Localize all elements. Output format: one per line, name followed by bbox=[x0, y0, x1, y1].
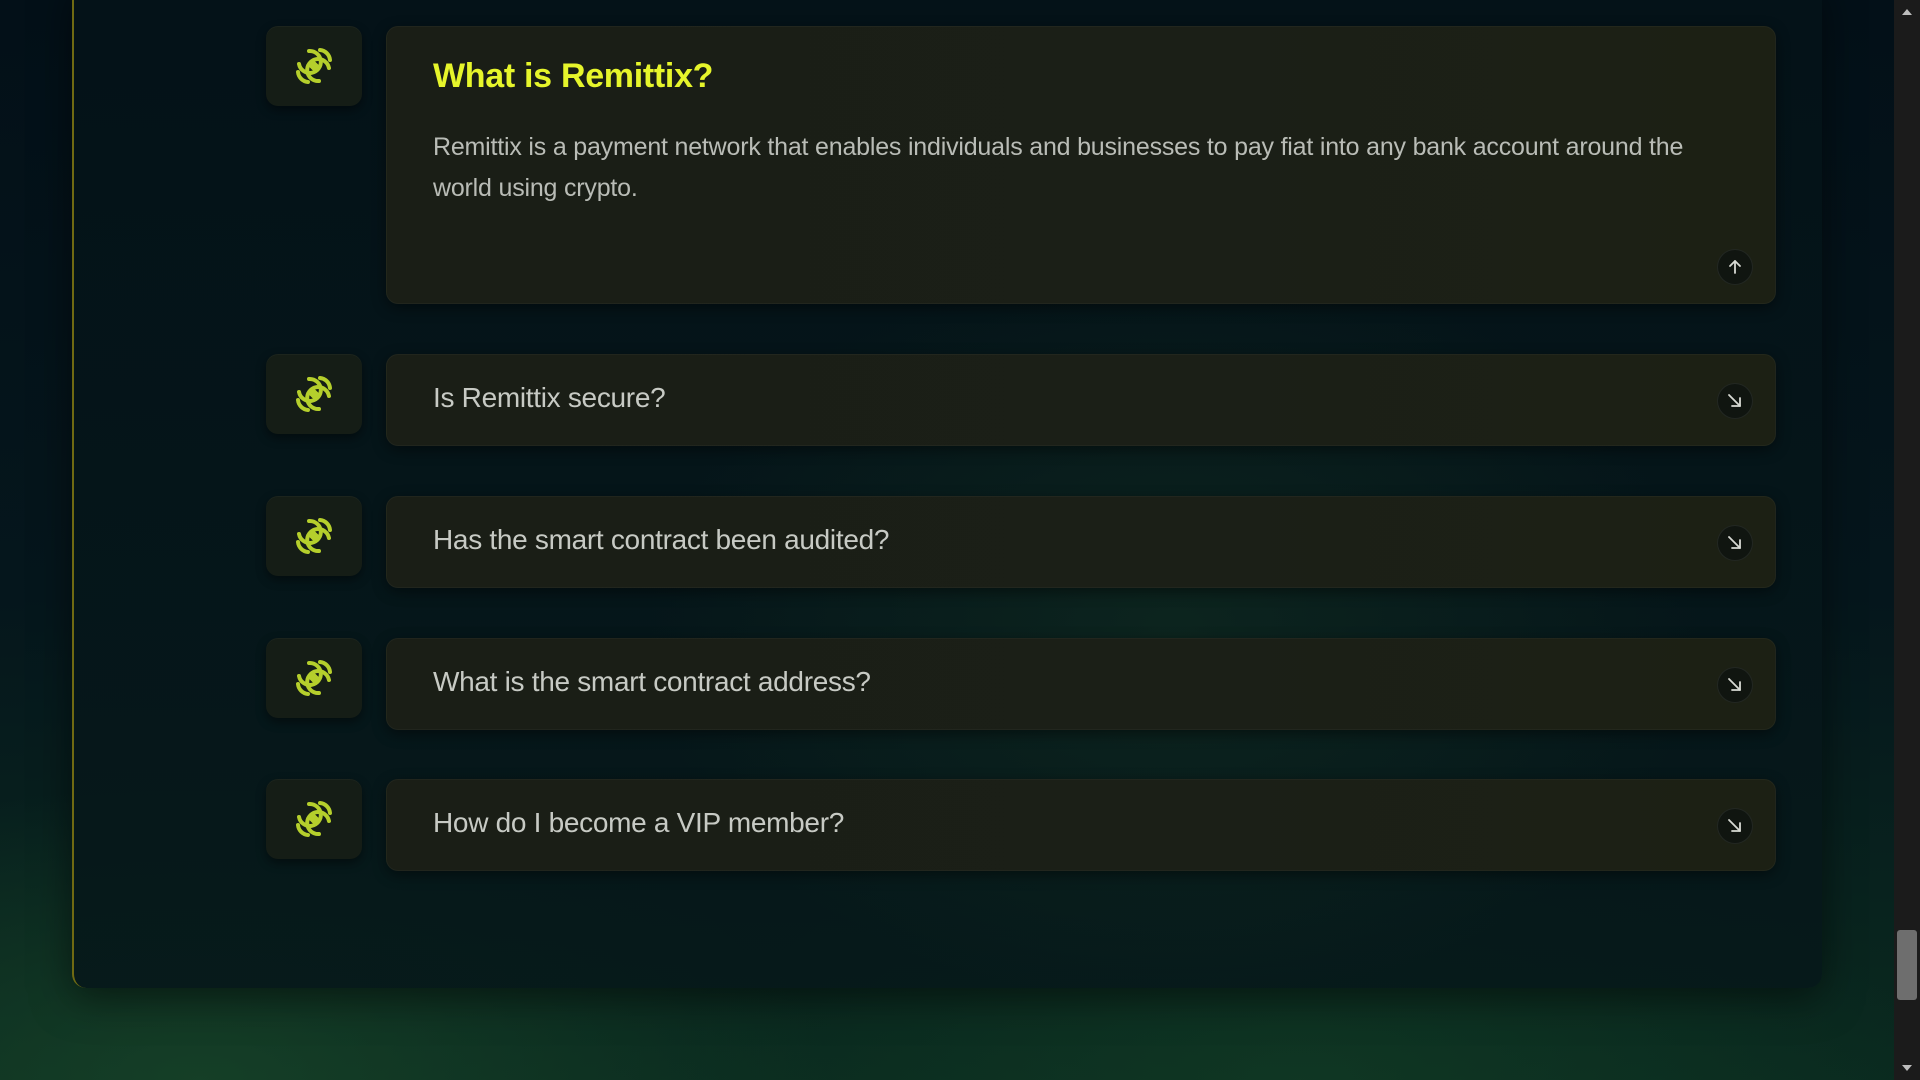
remittix-logo-icon bbox=[266, 354, 362, 434]
scrollbar-thumb[interactable] bbox=[1897, 930, 1917, 1000]
faq-card[interactable]: How do I become a VIP member? bbox=[386, 779, 1776, 871]
scroll-up-arrow-icon[interactable] bbox=[1894, 2, 1920, 22]
arrow-down-right-icon bbox=[1728, 678, 1741, 691]
arrow-down-right-icon bbox=[1728, 819, 1741, 832]
scrollbar[interactable] bbox=[1894, 0, 1920, 1080]
faq-panel: What is Remittix? Remittix is a payment … bbox=[72, 0, 1822, 988]
expand-button[interactable] bbox=[1717, 667, 1753, 703]
arrow-down-right-icon bbox=[1728, 394, 1741, 407]
faq-card[interactable]: What is the smart contract address? bbox=[386, 638, 1776, 730]
remittix-logo-icon bbox=[266, 496, 362, 576]
arrow-down-right-icon bbox=[1728, 536, 1741, 549]
faq-card[interactable]: Is Remittix secure? bbox=[386, 354, 1776, 446]
remittix-logo-icon bbox=[266, 779, 362, 859]
remittix-logo-icon bbox=[266, 638, 362, 718]
remittix-logo-icon bbox=[266, 26, 362, 106]
scroll-down-arrow-icon[interactable] bbox=[1894, 1058, 1920, 1078]
faq-answer: Remittix is a payment network that enabl… bbox=[433, 133, 1684, 202]
expand-button[interactable] bbox=[1717, 383, 1753, 419]
faq-question[interactable]: What is the smart contract address? bbox=[433, 666, 871, 698]
faq-question[interactable]: Is Remittix secure? bbox=[433, 382, 666, 414]
faq-question[interactable]: How do I become a VIP member? bbox=[433, 807, 844, 839]
expand-button[interactable] bbox=[1717, 525, 1753, 561]
expand-button[interactable] bbox=[1717, 808, 1753, 844]
faq-card-expanded[interactable]: What is Remittix? Remittix is a payment … bbox=[386, 26, 1776, 304]
faq-card[interactable]: Has the smart contract been audited? bbox=[386, 496, 1776, 588]
arrow-up-icon bbox=[1729, 260, 1741, 274]
collapse-button[interactable] bbox=[1717, 249, 1753, 285]
faq-page: What is Remittix? Remittix is a payment … bbox=[0, 0, 1920, 1080]
faq-question[interactable]: What is Remittix? bbox=[433, 57, 713, 96]
faq-question[interactable]: Has the smart contract been audited? bbox=[433, 524, 889, 556]
